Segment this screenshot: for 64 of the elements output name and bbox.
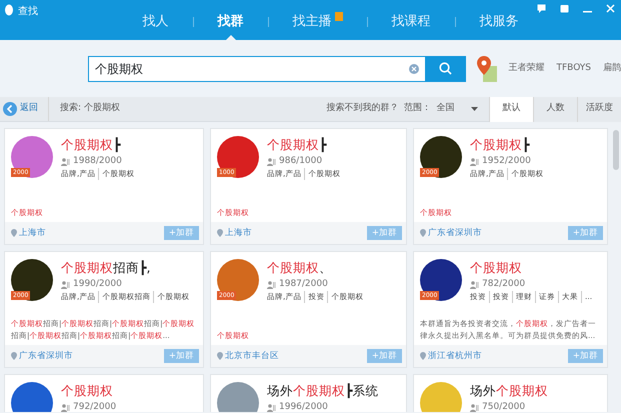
members-icon (61, 280, 70, 288)
search-query: 搜索: 个股期权 (60, 102, 121, 116)
location-pin-icon (217, 229, 223, 237)
group-name[interactable]: 个股期权 (61, 382, 197, 401)
member-count: 1990/2000 (73, 278, 122, 291)
group-name[interactable]: 场外个股期权┣系统 (267, 382, 400, 401)
close-icon[interactable] (606, 4, 615, 13)
group-name[interactable]: 个股期权 (470, 259, 601, 278)
group-name[interactable]: 个股期权┣ (267, 136, 400, 155)
sort-tab[interactable]: 人数 (533, 96, 577, 122)
location-text: 浙江省杭州市 (428, 350, 482, 362)
location-text: 北京市丰台区 (225, 350, 279, 362)
location-text: 上海市 (19, 226, 46, 240)
scope-label: 范围： (404, 102, 431, 116)
member-count: 750/2000 (482, 400, 526, 412)
clear-icon[interactable] (408, 64, 419, 74)
location-pin-icon (420, 352, 426, 360)
search-field[interactable]: 个股期权 (88, 56, 426, 82)
members-icon (267, 158, 276, 166)
members-icon (470, 404, 479, 412)
scope-dropdown[interactable]: 全国 (436, 102, 478, 116)
group-name[interactable]: 场外个股期权 (470, 382, 601, 401)
nav-tab[interactable]: 找服务 (456, 4, 542, 40)
window-title: 查找 (18, 4, 38, 19)
member-count: 1988/2000 (73, 154, 122, 168)
location-pin-icon (11, 352, 17, 360)
member-count: 792/2000 (73, 400, 116, 412)
member-count: 1996/2000 (279, 400, 328, 412)
location-text: 广东省深圳市 (428, 226, 482, 240)
hot-search-link[interactable]: 王者荣耀 (508, 62, 544, 76)
members-icon (61, 404, 70, 412)
back-button[interactable]: 返回 (0, 97, 49, 121)
location-pin-icon (217, 352, 223, 360)
members-icon (61, 158, 70, 166)
group-name[interactable]: 个股期权、 (267, 259, 400, 278)
search-button[interactable] (426, 56, 466, 82)
location-pin-icon (420, 229, 426, 237)
help-link[interactable]: 搜索不到我的群？ (326, 102, 398, 116)
members-icon (267, 280, 276, 288)
caret-icon (471, 107, 478, 111)
group-name[interactable]: 个股期权┣ (470, 136, 601, 155)
sort-tab[interactable]: 默认 (489, 96, 533, 122)
member-count: 986/1000 (279, 154, 322, 168)
location-pin-icon (11, 229, 17, 237)
group-name[interactable]: 个股期权┣ (61, 136, 197, 155)
location-text: 广东省深圳市 (19, 350, 73, 362)
members-icon (470, 280, 479, 288)
members-icon (470, 158, 479, 166)
scrollbar[interactable] (613, 130, 619, 170)
nav-tab[interactable]: 找主播 (268, 4, 366, 40)
search-icon (439, 62, 452, 75)
members-icon (267, 404, 276, 412)
member-count: 1987/2000 (279, 278, 328, 291)
nav-tab[interactable]: 找人 (118, 4, 192, 40)
group-name[interactable]: 个股期权招商┣, (61, 259, 197, 278)
nav-tab[interactable]: 找课程 (368, 4, 454, 40)
chat-icon[interactable] (537, 4, 546, 13)
sort-tab[interactable]: 活跃度 (577, 96, 621, 122)
hot-search-link[interactable]: TFBOYS (556, 62, 591, 76)
hot-search-link[interactable]: 扁鹊 (603, 62, 621, 76)
member-count: 782/2000 (482, 278, 526, 291)
location-text: 上海市 (225, 226, 252, 240)
member-count: 1952/2000 (482, 154, 531, 168)
map-pin-icon[interactable] (476, 56, 496, 82)
